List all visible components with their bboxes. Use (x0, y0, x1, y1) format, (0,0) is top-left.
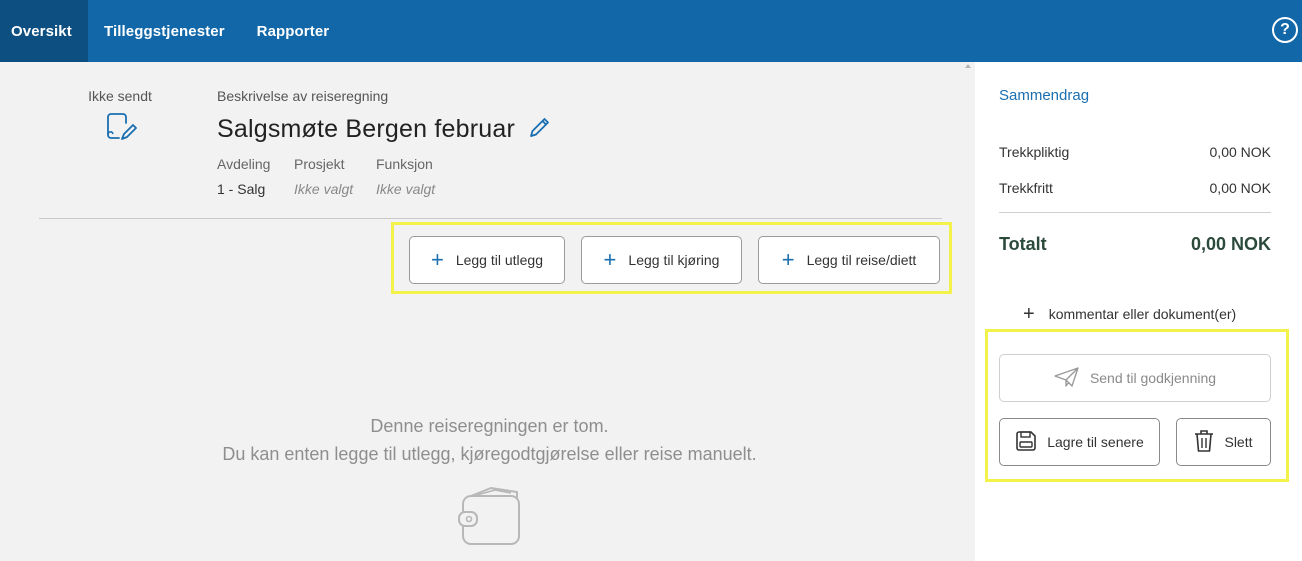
add-mileage-button[interactable]: + Legg til kjøring (581, 236, 742, 284)
divider (999, 212, 1271, 213)
title-row: Salgsmøte Bergen februar (217, 114, 553, 145)
pencil-edit-icon[interactable] (527, 114, 553, 145)
comment-label: kommentar eller dokument(er) (1048, 306, 1237, 322)
field-value: Ikke valgt (294, 181, 354, 197)
plus-icon: + (1023, 303, 1035, 325)
taxable-row: Trekkpliktig 0,00 NOK (999, 144, 1271, 160)
field-label: Prosjekt (294, 156, 345, 172)
floppy-disk-icon (1015, 430, 1037, 455)
nontaxable-value: 0,00 NOK (1209, 180, 1271, 196)
field-prosjekt: Prosjekt Ikke valgt (294, 156, 353, 197)
add-comment-button[interactable]: + kommentar eller dokument(er) (1023, 304, 1236, 324)
status-block: Ikke sendt (70, 88, 170, 149)
field-funksjon: Funksjon Ikke valgt (376, 156, 435, 197)
nontaxable-row: Trekkfritt 0,00 NOK (999, 180, 1271, 196)
report-title: Salgsmøte Bergen februar (217, 115, 516, 143)
tab-tilleggstjenester[interactable]: Tilleggstjenester (88, 0, 241, 62)
delete-label: Slett (1224, 434, 1253, 450)
summary-sidebar: Sammendrag Trekkpliktig 0,00 NOK Trekkfr… (975, 62, 1302, 561)
total-label: Totalt (999, 234, 1047, 254)
field-value: 1 - Salg (217, 181, 266, 197)
field-label: Avdeling (217, 156, 271, 172)
main-content: Ikke sendt Beskrivelse av reiseregning S… (0, 62, 975, 561)
taxable-label: Trekkpliktig (999, 144, 1070, 160)
plus-icon: + (603, 247, 617, 272)
save-for-later-button[interactable]: Lagre til senere (999, 418, 1160, 466)
empty-line-2: Du kan enten legge til utlegg, kjøregodt… (222, 444, 757, 464)
top-navigation-bar: Oversikt Tilleggstjenester Rapporter ? (0, 0, 1302, 62)
nontaxable-label: Trekkfritt (999, 180, 1053, 196)
total-value: 0,00 NOK (1190, 234, 1271, 254)
add-expense-label: Legg til utlegg (455, 252, 544, 268)
add-expense-button[interactable]: + Legg til utlegg (409, 236, 565, 284)
tab-rapporter[interactable]: Rapporter (241, 0, 346, 62)
paper-plane-icon (1054, 366, 1080, 390)
total-row: Totalt 0,00 NOK (999, 234, 1271, 255)
wallet-icon (457, 482, 525, 553)
trash-icon (1194, 429, 1214, 456)
add-mileage-label: Legg til kjøring (628, 252, 720, 268)
empty-line-1: Denne reiseregningen er tom. (370, 416, 609, 436)
delete-button[interactable]: Slett (1176, 418, 1271, 466)
field-value: Ikke valgt (376, 181, 436, 197)
taxable-value: 0,00 NOK (1209, 144, 1271, 160)
send-for-approval-button[interactable]: Send til godkjenning (999, 354, 1271, 402)
plus-icon: + (781, 247, 795, 272)
summary-title: Sammendrag (999, 87, 1090, 104)
draft-document-icon (70, 110, 170, 149)
field-label: Funksjon (376, 156, 433, 172)
plus-icon: + (430, 247, 444, 272)
save-label: Lagre til senere (1047, 434, 1144, 450)
scroll-up-arrow-icon[interactable] (965, 64, 971, 68)
description-label: Beskrivelse av reiseregning (217, 88, 389, 104)
add-travel-label: Legg til reise/diett (806, 252, 917, 268)
add-travel-button[interactable]: + Legg til reise/diett (758, 236, 940, 284)
status-label: Ikke sendt (88, 88, 152, 104)
divider (39, 218, 942, 219)
question-mark-icon[interactable]: ? (1272, 17, 1298, 43)
field-avdeling: Avdeling 1 - Salg (217, 156, 270, 197)
empty-state-message: Denne reiseregningen er tom. Du kan ente… (0, 412, 979, 468)
send-label: Send til godkjenning (1089, 370, 1217, 386)
tab-oversikt[interactable]: Oversikt (0, 0, 88, 62)
